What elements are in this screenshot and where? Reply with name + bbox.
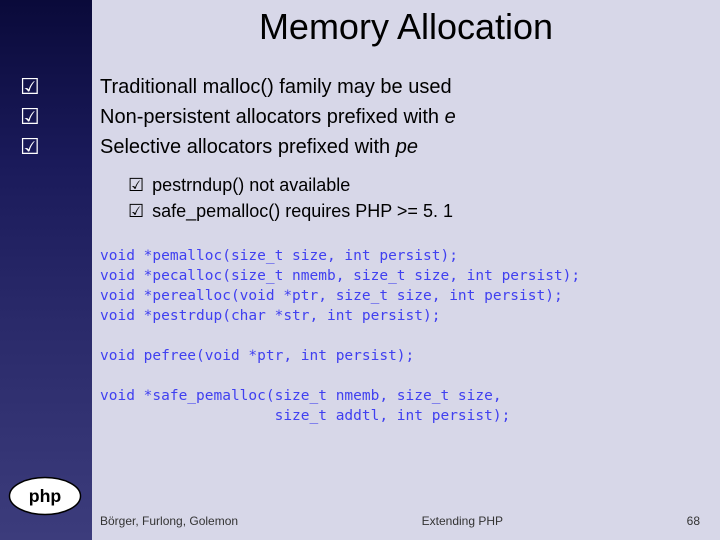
sub-item: ☑ pestrndup() not available — [128, 172, 700, 198]
footer-title: Extending PHP — [238, 514, 687, 528]
bullet-text: Non-persistent allocators prefixed with — [100, 106, 445, 128]
sub-text: safe_pemalloc() requires PHP >= 5. 1 — [152, 198, 453, 224]
check-icon: ☑ — [20, 102, 80, 132]
bullet-item: Non-persistent allocators prefixed with … — [100, 102, 700, 132]
sub-text: pestrndup() not available — [152, 172, 350, 198]
bullet-em: pe — [396, 136, 418, 158]
check-icon: ☑ — [128, 172, 144, 198]
sub-list: ☑ pestrndup() not available ☑ safe_pemal… — [128, 172, 700, 224]
sub-item: ☑ safe_pemalloc() requires PHP >= 5. 1 — [128, 198, 700, 224]
footer: Börger, Furlong, Golemon Extending PHP 6… — [100, 514, 700, 528]
check-icon: ☑ — [128, 198, 144, 224]
code-block: void *pemalloc(size_t size, int persist)… — [100, 246, 700, 426]
footer-page: 68 — [687, 514, 700, 528]
bullet-text: Traditionall malloc() family may be used — [100, 76, 452, 98]
svg-text:php: php — [29, 486, 62, 506]
bullet-item: Selective allocators prefixed with pe — [100, 132, 700, 162]
check-icon: ☑ — [20, 132, 80, 162]
bullet-text: Selective allocators prefixed with — [100, 136, 396, 158]
check-icon: ☑ — [20, 72, 80, 102]
bullet-marks: ☑ ☑ ☑ — [20, 72, 80, 162]
content-area: Traditionall malloc() family may be used… — [100, 72, 700, 224]
bullet-item: Traditionall malloc() family may be used — [100, 72, 700, 102]
php-logo-icon: php — [8, 476, 82, 516]
bullet-em: e — [445, 106, 456, 128]
footer-authors: Börger, Furlong, Golemon — [100, 514, 238, 528]
slide-title: Memory Allocation — [92, 6, 720, 48]
